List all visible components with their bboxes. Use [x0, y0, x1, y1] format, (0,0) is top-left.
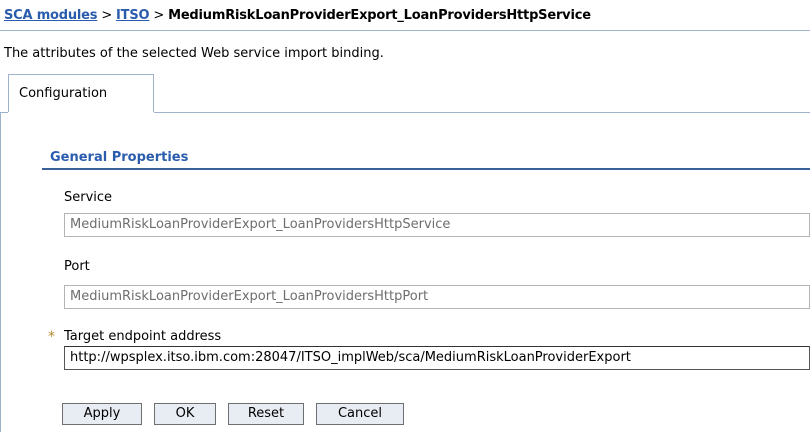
service-field: MediumRiskLoanProviderExport_LoanProvide…: [64, 213, 810, 237]
ok-button[interactable]: OK: [154, 403, 216, 425]
header-divider: [0, 30, 810, 31]
breadcrumb-separator: >: [101, 8, 113, 23]
tab-strip-line: [154, 112, 810, 113]
tab-configuration[interactable]: Configuration: [8, 74, 154, 112]
tab-configuration-label: Configuration: [19, 86, 108, 101]
breadcrumb: SCA modules > ITSO > MediumRiskLoanProviderE…: [4, 6, 591, 26]
cancel-button[interactable]: Cancel: [316, 403, 404, 425]
page-description: The attributes of the selected Web servi…: [4, 46, 384, 61]
breadcrumb-link-sca-modules[interactable]: SCA modules: [4, 8, 98, 23]
tab-strip-line: [0, 112, 8, 113]
apply-button[interactable]: Apply: [62, 403, 142, 425]
port-field: MediumRiskLoanProviderExport_LoanProvide…: [64, 285, 810, 309]
breadcrumb-link-itso[interactable]: ITSO: [116, 8, 150, 23]
required-icon: *: [48, 329, 55, 345]
reset-button[interactable]: Reset: [228, 403, 304, 425]
breadcrumb-current: MediumRiskLoanProviderExport_LoanProvide…: [168, 8, 591, 23]
section-title: General Properties: [50, 150, 189, 165]
target-endpoint-label: Target endpoint address: [64, 329, 222, 344]
service-label: Service: [64, 190, 113, 205]
breadcrumb-separator: >: [153, 8, 165, 23]
port-label: Port: [64, 259, 90, 274]
target-endpoint-field[interactable]: http://wpsplex.itso.ibm.com:28047/ITSO_i…: [64, 346, 810, 370]
panel-border: [0, 112, 1, 432]
section-divider: [42, 168, 810, 170]
